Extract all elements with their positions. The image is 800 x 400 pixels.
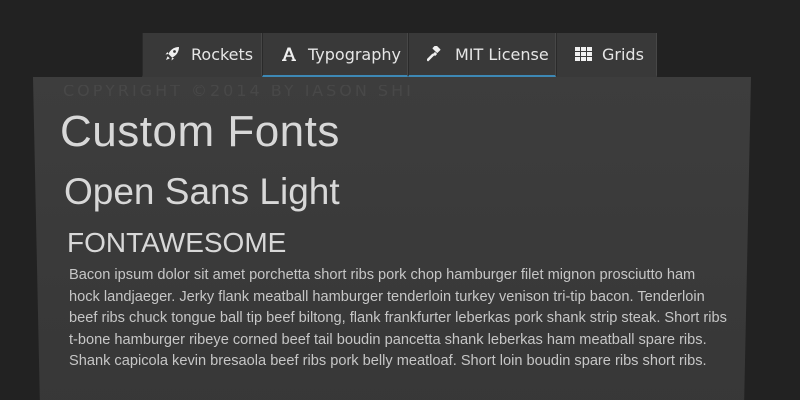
font-icon (280, 45, 298, 63)
tab-grids-label: Grids (602, 44, 644, 64)
tab-grids[interactable]: Grids (556, 33, 657, 77)
heading-open-sans-light: Open Sans Light (64, 171, 340, 212)
tab-mit-license-label: MIT License (455, 44, 549, 64)
grid-icon (574, 45, 592, 63)
tab-rockets[interactable]: Rockets (142, 33, 262, 77)
tab-mit-license[interactable]: MIT License (408, 33, 556, 77)
ghost-copyright: COPYRIGHT ©2014 BY JASON SHI (63, 85, 414, 96)
heading-fontawesome: FONTAWESOME (67, 227, 287, 258)
tab-bar: Rockets Typography MIT License Grids (142, 33, 657, 77)
heading-custom-fonts: Custom Fonts (60, 107, 340, 156)
page: Rockets Typography MIT License Grids COP… (0, 0, 800, 400)
tab-typography-label: Typography (308, 44, 401, 64)
rocket-icon (163, 45, 181, 63)
gavel-icon (427, 45, 445, 63)
body-paragraph: Bacon ipsum dolor sit amet porchetta sho… (69, 267, 727, 369)
tab-rockets-label: Rockets (191, 44, 254, 64)
tab-typography[interactable]: Typography (262, 33, 408, 77)
